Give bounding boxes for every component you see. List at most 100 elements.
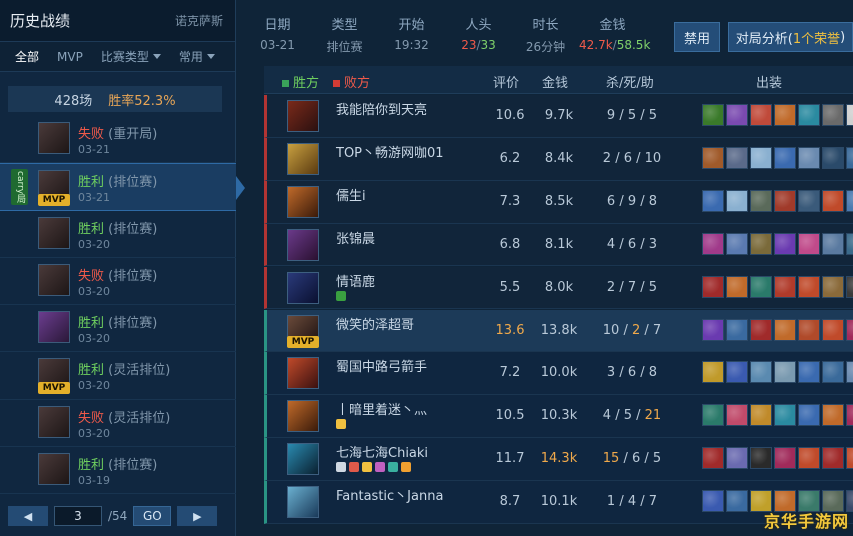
item-icon[interactable] (750, 189, 772, 212)
next-page-button[interactable]: ▶ (177, 506, 218, 526)
item-icon[interactable] (798, 318, 820, 341)
item-icon[interactable] (774, 232, 796, 255)
player-row[interactable]: 我能陪你到天亮 10.6 9.7k 9 / 5 / 5 (264, 95, 853, 138)
item-icon[interactable] (702, 447, 724, 470)
item-icon[interactable] (774, 189, 796, 212)
player-row[interactable]: 丨暗里着迷丶灬 10.5 10.3k 4 / 5 / 21 (264, 395, 853, 439)
item-icon[interactable] (822, 404, 844, 427)
champion-avatar[interactable] (287, 228, 319, 261)
item-icon[interactable] (702, 275, 724, 298)
champion-avatar[interactable] (287, 185, 319, 218)
item-icon[interactable] (822, 275, 844, 298)
player-name[interactable]: 儒生i (336, 185, 366, 204)
item-icon[interactable] (798, 232, 820, 255)
tab-mvp[interactable]: MVP (48, 42, 92, 72)
match-item[interactable]: carry局 MVP 胜利 (排位赛) 03-21 (0, 163, 245, 211)
item-icon[interactable] (702, 361, 724, 384)
item-icon[interactable] (750, 318, 772, 341)
item-icon[interactable] (726, 189, 748, 212)
item-icon[interactable] (750, 104, 772, 126)
item-icon[interactable] (774, 275, 796, 298)
item-icon[interactable] (774, 447, 796, 470)
champion-avatar[interactable] (287, 100, 319, 132)
player-row[interactable]: 张锦晨 6.8 8.1k 4 / 6 / 3 (264, 223, 853, 267)
champion-avatar[interactable] (287, 400, 319, 433)
item-icon[interactable] (702, 189, 724, 212)
player-row[interactable]: 情语鹿 5.5 8.0k 2 / 7 / 5 (264, 266, 853, 310)
item-icon[interactable] (750, 232, 772, 255)
champion-avatar[interactable] (287, 271, 319, 304)
item-icon[interactable] (750, 146, 772, 169)
player-row[interactable]: MVP 微笑的泽超哥 13.6 13.8k 10 / 2 / 7 (264, 309, 853, 353)
tab-match-type[interactable]: 比赛类型 (92, 42, 170, 72)
player-row[interactable]: 七海七海Chiaki 11.7 14.3k 15 / 6 / 5 (264, 438, 853, 481)
player-name[interactable]: 微笑的泽超哥 (336, 314, 414, 333)
champion-avatar[interactable] (287, 486, 319, 519)
item-icon[interactable] (750, 275, 772, 298)
champion-avatar[interactable] (287, 142, 319, 175)
match-item[interactable]: 失败 (重开局) 03-21 (0, 116, 236, 164)
item-icon[interactable] (774, 146, 796, 169)
player-row[interactable]: 蜀国中路弓箭手 7.2 10.0k 3 / 6 / 8 (264, 352, 853, 396)
item-icon[interactable] (702, 146, 724, 169)
item-icon[interactable] (846, 404, 853, 427)
item-icon[interactable] (846, 361, 853, 384)
player-name[interactable]: 丨暗里着迷丶灬 (336, 399, 427, 418)
item-icon[interactable] (702, 232, 724, 255)
champion-avatar[interactable] (287, 443, 319, 476)
tab-common[interactable]: 常用 (170, 42, 224, 72)
item-icon[interactable] (726, 104, 748, 126)
player-name[interactable]: 张锦晨 (336, 228, 375, 247)
player-name[interactable]: 情语鹿 (336, 271, 375, 290)
item-icon[interactable] (822, 104, 844, 126)
page-input[interactable]: 3 (54, 506, 102, 526)
item-icon[interactable] (846, 275, 853, 298)
player-name[interactable]: Fantastic丶Janna (336, 485, 443, 504)
item-icon[interactable] (798, 189, 820, 212)
item-icon[interactable] (726, 232, 748, 255)
item-icon[interactable] (798, 146, 820, 169)
item-icon[interactable] (774, 318, 796, 341)
item-icon[interactable] (822, 447, 844, 470)
item-icon[interactable] (846, 189, 853, 212)
ban-button[interactable]: 禁用 (674, 22, 720, 52)
item-icon[interactable] (774, 361, 796, 384)
match-analysis-button[interactable]: 对局分析(1个荣誉) (728, 22, 853, 52)
item-icon[interactable] (798, 447, 820, 470)
player-name[interactable]: 我能陪你到天亮 (336, 99, 427, 118)
player-name[interactable]: 七海七海Chiaki (336, 442, 428, 461)
item-icon[interactable] (822, 189, 844, 212)
tab-all[interactable]: 全部 (6, 42, 48, 72)
item-icon[interactable] (750, 447, 772, 470)
item-icon[interactable] (726, 361, 748, 384)
item-icon[interactable] (774, 104, 796, 126)
champion-avatar[interactable] (287, 357, 319, 390)
item-icon[interactable] (702, 490, 724, 513)
go-button[interactable]: GO (133, 506, 172, 526)
item-icon[interactable] (846, 104, 853, 126)
item-icon[interactable] (726, 318, 748, 341)
player-name[interactable]: 蜀国中路弓箭手 (336, 356, 427, 375)
item-icon[interactable] (846, 146, 853, 169)
item-icon[interactable] (702, 318, 724, 341)
item-icon[interactable] (726, 490, 748, 513)
player-row[interactable]: 儒生i 7.3 8.5k 6 / 9 / 8 (264, 180, 853, 224)
item-icon[interactable] (822, 361, 844, 384)
item-icon[interactable] (798, 404, 820, 427)
match-item[interactable]: 胜利 (排位赛) 03-20 (0, 305, 236, 353)
item-icon[interactable] (798, 361, 820, 384)
item-icon[interactable] (822, 232, 844, 255)
item-icon[interactable] (846, 318, 853, 341)
match-item[interactable]: 失败 (排位赛) 03-20 (0, 258, 236, 306)
item-icon[interactable] (726, 404, 748, 427)
item-icon[interactable] (726, 447, 748, 470)
item-icon[interactable] (798, 275, 820, 298)
match-item[interactable]: MVP 胜利 (灵活排位) 03-20 (0, 352, 236, 400)
player-name[interactable]: TOP丶畅游网咖01 (336, 142, 444, 161)
item-icon[interactable] (846, 447, 853, 470)
prev-page-button[interactable]: ◀ (8, 506, 48, 526)
item-icon[interactable] (750, 404, 772, 427)
item-icon[interactable] (774, 404, 796, 427)
item-icon[interactable] (702, 404, 724, 427)
player-row[interactable]: TOP丶畅游网咖01 6.2 8.4k 2 / 6 / 10 (264, 137, 853, 181)
